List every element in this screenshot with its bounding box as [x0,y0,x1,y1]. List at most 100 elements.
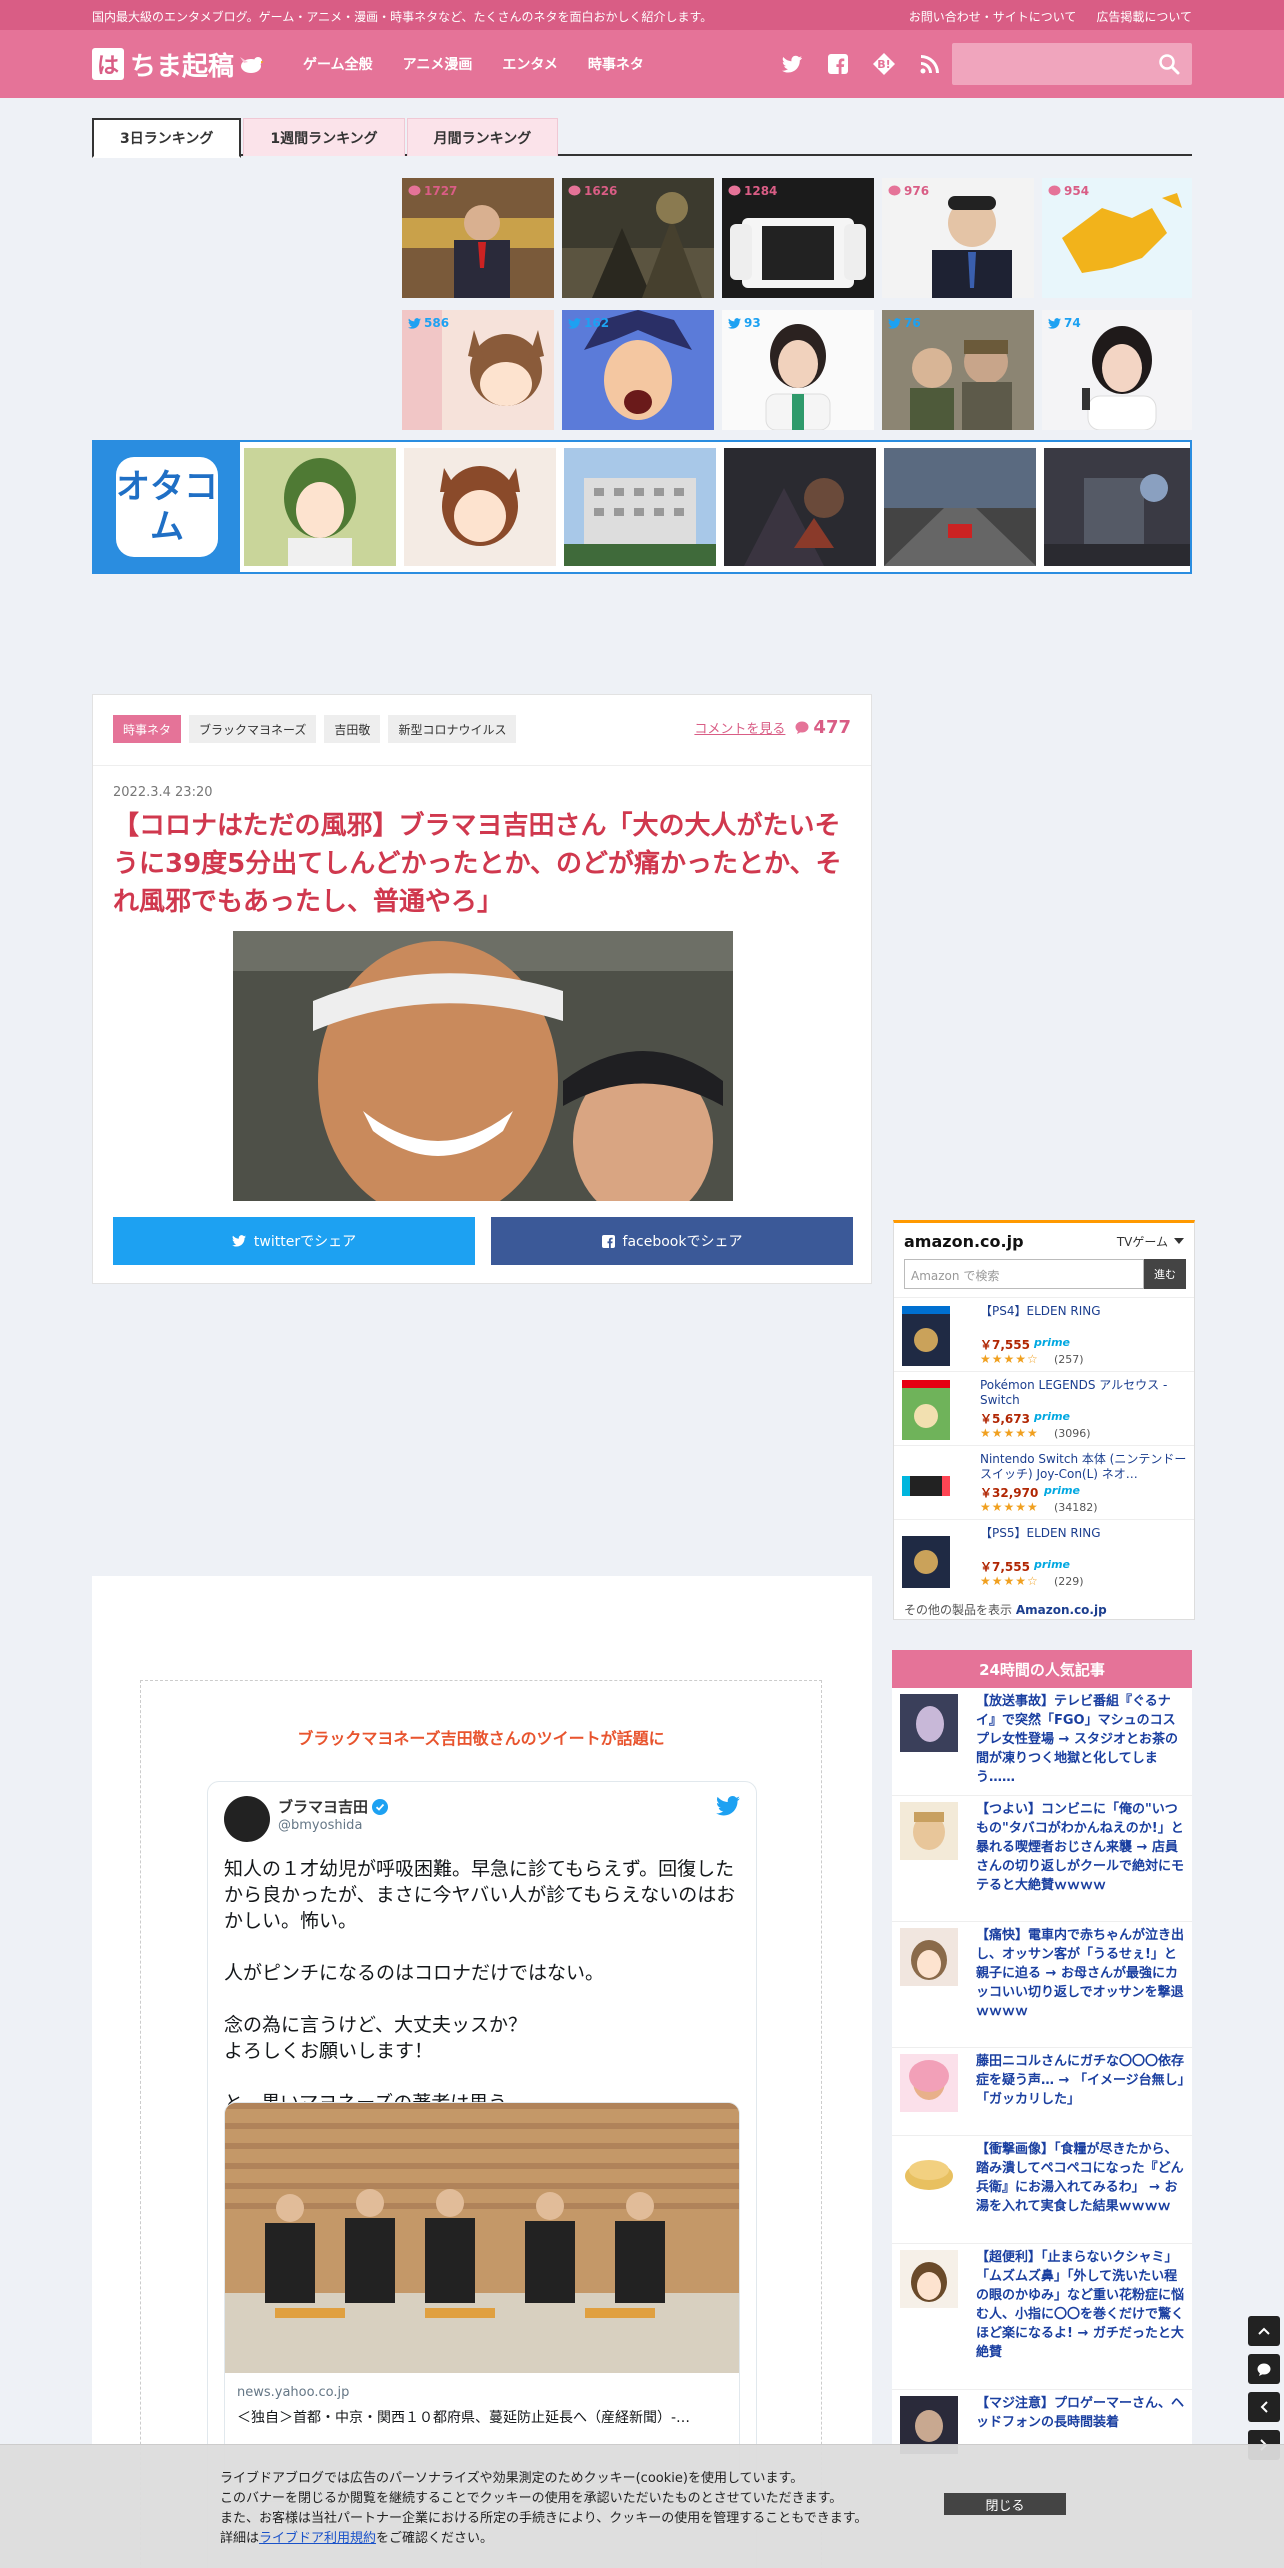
product-name: 【PS5】ELDEN RING [980,1526,1101,1540]
popular-item[interactable]: 【放送事故】テレビ番組『ぐるナイ』で突然「FGO」マシュのコスプレ女性登場 → … [892,1688,1192,1796]
terms-link[interactable]: ライブドア利用規約 [259,2531,376,2546]
ranking-item[interactable]: 76 [882,310,1034,430]
popular-thumb [900,1694,958,1752]
tweet-author-name[interactable]: ブラマヨ吉田 [278,1796,368,1817]
twitter-icon[interactable] [780,52,804,76]
search-icon[interactable] [1158,53,1180,75]
contact-link[interactable]: お問い合わせ・サイトについて [909,8,1077,25]
otacom-logo-text: オタコム [116,457,218,557]
otacom-thumb[interactable] [244,448,396,566]
product-review-count: (257) [1054,1353,1084,1366]
comment-icon [1257,2363,1271,2376]
popular-title: 【衝撃画像】「食糧が尽きたから、踏み潰してペコペコになった『どん兵衛』にお湯入れ… [976,2142,1184,2214]
amazon-search-input[interactable]: Amazon で検索 [904,1259,1144,1289]
amazon-search-button[interactable]: 進む [1144,1259,1186,1289]
facebook-share-button[interactable]: facebookでシェア [491,1217,853,1265]
amazon-category-label: TVゲーム [1116,1234,1168,1249]
product-price: ￥32,970 [980,1486,1039,1500]
twitter-share-button[interactable]: twitterでシェア [113,1217,475,1265]
tab-1week[interactable]: 1週間ランキング [243,118,405,156]
otacom-thumb[interactable] [564,448,716,566]
tweet-count: 76 [904,316,921,330]
prime-badge: prime [1034,1336,1070,1349]
otacom-thumb[interactable] [404,448,556,566]
tweet-link-card[interactable]: news.yahoo.co.jp ＜独自＞首都・中京・関西１０都府県、蔓延防止延… [224,2102,740,2502]
hatena-icon[interactable]: B! [872,52,896,76]
avatar[interactable] [224,1796,270,1842]
twitter-bird-icon[interactable] [716,1796,740,1820]
otacom-thumb[interactable] [724,448,876,566]
ranking-item[interactable]: 954 [1042,178,1192,298]
product-review-count: (3096) [1054,1427,1091,1440]
popular-item[interactable]: 【超便利】「止まらないクシャミ」「ムズムズ鼻」「外して洗いたい程の眼のかゆみ」な… [892,2244,1192,2390]
product-stars: ★★★★☆ [980,1352,1039,1366]
tag-item[interactable]: 新型コロナウイルス [388,715,517,743]
amazon-more-prefix: その他の製品を表示 [904,1603,1013,1617]
amazon-product[interactable]: 【PS5】ELDEN RING ￥7,555 prime ★★★★☆ (229) [894,1519,1194,1593]
chevron-left-icon [1260,2401,1268,2413]
tweet-count: 162 [584,316,610,330]
comment-summary: コメントを見る 477 [694,717,851,738]
popular-item[interactable]: 藤田ニコルさんにガチな〇〇〇依存症を疑う声… → 「イメージ台無し」「ガッカリし… [892,2048,1192,2136]
top-bar: 国内最大級のエンタメブログ。ゲーム・アニメ・漫画・時事ネタなど、たくさんのネタを… [0,0,1284,30]
article-date: 2022.3.4 23:20 [113,785,213,800]
popular-articles: 24時間の人気記事 【放送事故】テレビ番組『ぐるナイ』で突然「FGO」マシュのコ… [892,1650,1192,2568]
product-review-count: (229) [1054,1575,1084,1588]
popular-item[interactable]: 【つよい】コンビニに「俺の"いつもの"タバコがわかんねえのか!」と暴れる喫煙者お… [892,1796,1192,1922]
nav-anime[interactable]: アニメ漫画 [403,54,473,74]
ranking-item[interactable]: 1727 [402,178,554,298]
tab-3day[interactable]: 3日ランキング [92,118,242,158]
popular-title: 【放送事故】テレビ番組『ぐるナイ』で突然「FGO」マシュのコスプレ女性登場 → … [976,1694,1178,1785]
amazon-product[interactable]: Nintendo Switch 本体 (ニンテンドースイッチ) Joy-Con(… [894,1445,1194,1519]
product-price: ￥5,673 [980,1412,1030,1426]
nav-game[interactable]: ゲーム全般 [303,54,373,74]
ranking-item[interactable]: 976 [882,178,1034,298]
cookie-close-button[interactable]: 閉じる [944,2493,1066,2515]
otacom-thumb[interactable] [884,448,1036,566]
facebook-icon[interactable] [826,52,850,76]
cookie-line-prefix: 詳細は [220,2531,260,2546]
comment-icon [1048,185,1061,197]
ranking-item[interactable]: 74 [1042,310,1192,430]
chevron-up-icon [1258,2327,1270,2335]
ranking-item[interactable]: 1626 [562,178,714,298]
rss-icon[interactable] [918,52,942,76]
comment-icon [568,185,581,197]
tag-category[interactable]: 時事ネタ [113,715,182,743]
quote-heading: ブラックマヨネーズ吉田敬さんのツイートが話題に [297,1729,665,1748]
tab-month[interactable]: 月間ランキング [406,118,559,156]
nav-news[interactable]: 時事ネタ [588,54,644,74]
ranking-item[interactable]: 162 [562,310,714,430]
site-logo[interactable]: は ちま起稿 [92,44,265,84]
amazon-category-select[interactable]: TVゲーム [1117,1233,1184,1250]
site-search-input[interactable] [952,43,1192,85]
prev-article-button[interactable] [1248,2392,1280,2422]
ranking-item[interactable]: 586 [402,310,554,430]
comment-link[interactable]: コメントを見る [694,718,785,737]
ranking-item[interactable]: 1284 [722,178,874,298]
otacom-thumb[interactable] [1044,448,1190,566]
popular-item[interactable]: 【痛快】電車内で赤ちゃんが泣き出し、オッサン客が「うるせぇ!」と親子に迫る → … [892,1922,1192,2048]
comments-button[interactable] [1248,2354,1280,2384]
amazon-product[interactable]: Pokémon LEGENDS アルセウス -Switch ￥5,673 pri… [894,1371,1194,1445]
amazon-logo[interactable]: amazon.co.jp [904,1232,1024,1251]
nav-entertainment[interactable]: エンタメ [502,54,558,74]
tweet-handle[interactable]: @bmyoshida [278,1818,362,1833]
amazon-product[interactable]: 【PS4】ELDEN RING ￥7,555 prime ★★★★☆ (257) [894,1297,1194,1371]
tag-item[interactable]: ブラックマヨネーズ [189,715,317,743]
floating-buttons [1248,2316,1280,2460]
scroll-top-button[interactable] [1248,2316,1280,2346]
otacom-logo[interactable]: オタコム [94,442,240,572]
comment-count: 976 [904,184,930,198]
ranking-item[interactable]: 93 [722,310,874,430]
popular-thumb [900,2054,958,2112]
comment-icon [888,185,901,197]
tweet-count: 93 [744,316,761,330]
popular-item[interactable]: 【衝撃画像】「食糧が尽きたから、踏み潰してペコペコになった『どん兵衛』にお湯入れ… [892,2136,1192,2244]
ads-link[interactable]: 広告掲載について [1096,8,1192,25]
tag-item[interactable]: 吉田敬 [324,715,381,743]
prime-badge: prime [1044,1484,1080,1497]
amazon-more-link[interactable]: その他の製品を表示 Amazon.co.jp [904,1601,1107,1618]
product-name: Pokémon LEGENDS アルセウス -Switch [980,1378,1168,1407]
social-links: B! [780,52,942,76]
